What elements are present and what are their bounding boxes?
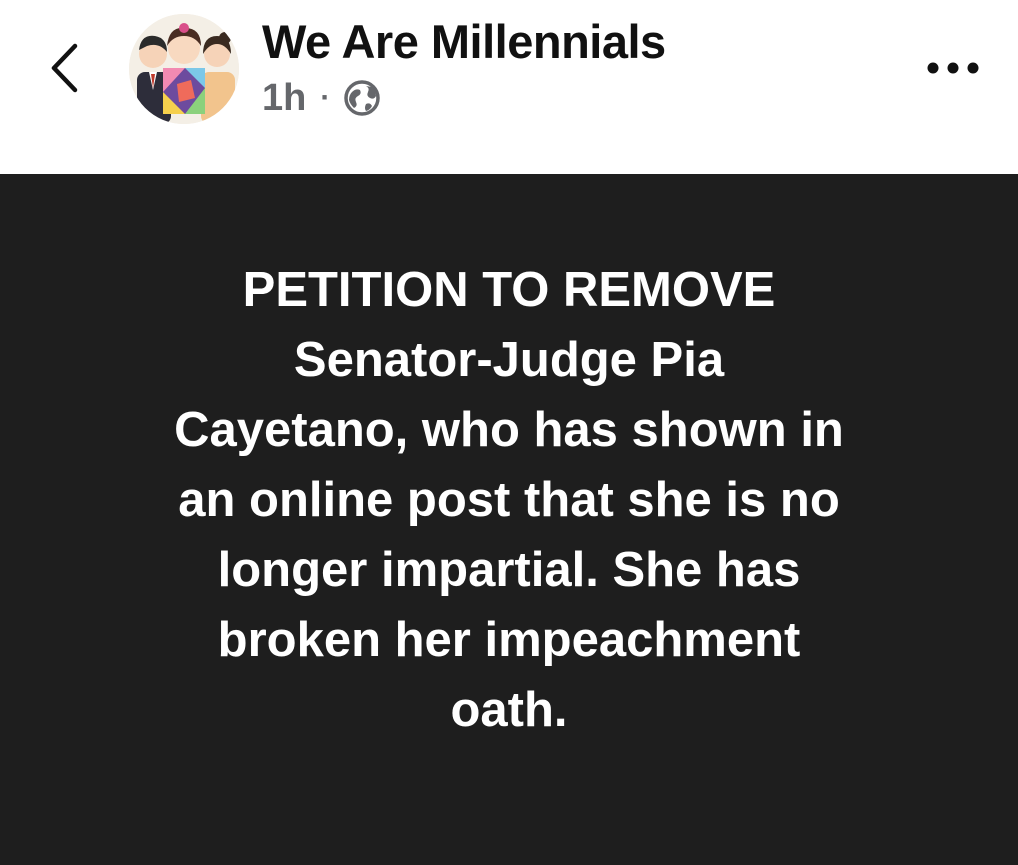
post-text-line: an online post that she is no	[178, 472, 840, 527]
post-text-line: Senator-Judge Pia	[293, 332, 725, 387]
more-horizontal-icon	[927, 62, 979, 74]
post-text-line: Cayetano, who has shown in	[174, 402, 844, 457]
meta-separator: ·	[320, 81, 331, 114]
post-timestamp[interactable]: 1h	[262, 77, 306, 120]
post-meta: 1h ·	[262, 76, 382, 120]
post-text-line: longer impartial. She has	[217, 542, 801, 597]
chevron-left-icon	[51, 43, 78, 93]
page-avatar[interactable]	[129, 14, 239, 124]
post-text-line: broken her impeachment	[217, 612, 801, 667]
globe-icon	[342, 78, 382, 118]
page-name[interactable]: We Are Millennials	[262, 14, 666, 69]
post-text-line: PETITION TO REMOVE	[242, 262, 776, 317]
more-options-button[interactable]	[918, 48, 988, 88]
post-text: PETITION TO REMOVE Senator-Judge Pia Cay…	[59, 255, 959, 745]
back-button[interactable]	[40, 40, 88, 96]
post-text-line: oath.	[450, 682, 568, 737]
post-text-card: PETITION TO REMOVE Senator-Judge Pia Cay…	[0, 174, 1018, 865]
avatar-illustration	[129, 14, 239, 124]
post-header: We Are Millennials 1h ·	[0, 0, 1018, 174]
